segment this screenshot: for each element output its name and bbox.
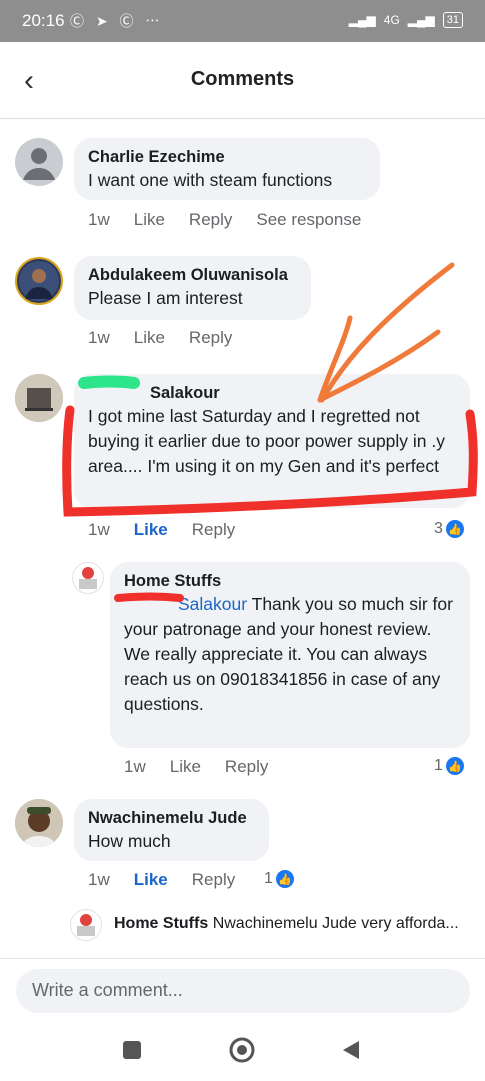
back-icon[interactable] xyxy=(341,1040,361,1060)
thumbs-up-icon: 👍 xyxy=(445,520,464,538)
reply-actions: 1w Like Reply xyxy=(124,757,268,777)
thumbs-up-icon: 👍 xyxy=(275,870,294,888)
reaction-number: 1 xyxy=(264,870,273,887)
reply-preview-text: Home Stuffs Nwachinemelu Jude very affor… xyxy=(114,915,474,933)
comment-time: 1w xyxy=(124,757,146,776)
comment-author[interactable]: Nwachinemelu Jude xyxy=(88,807,255,829)
reply-preview-author: Home Stuffs xyxy=(114,915,209,932)
signal-icon: ▂▄▆ xyxy=(348,13,376,27)
see-response-button[interactable]: See response xyxy=(256,210,361,230)
reply-author[interactable]: Home Stuffs xyxy=(124,570,456,592)
like-button[interactable]: Like xyxy=(170,757,201,777)
page-title: Comments xyxy=(190,68,295,90)
page-avatar[interactable] xyxy=(72,562,104,594)
comment-time: 1w xyxy=(88,520,110,539)
comment-text: How much xyxy=(88,831,171,851)
reaction-count[interactable]: 3 👍 xyxy=(434,520,464,538)
reaction-number: 3 xyxy=(434,520,443,537)
recent-apps-icon[interactable] xyxy=(122,1040,142,1060)
reaction-count[interactable]: 1 👍 xyxy=(434,757,464,775)
comment-author[interactable]: Salakour xyxy=(88,382,456,404)
reply-bubble[interactable]: Home Stuffs Salakour Thank you so much s… xyxy=(110,562,470,748)
comment-author[interactable]: Abdulakeem Oluwanisola xyxy=(88,264,297,286)
reply-preview[interactable]: Home Stuffs Nwachinemelu Jude very affor… xyxy=(70,905,470,947)
page-avatar xyxy=(70,909,102,941)
comment-bubble[interactable]: Salakour I got mine last Saturday and I … xyxy=(74,374,470,508)
comment-text: I got mine last Saturday and I regretted… xyxy=(88,406,446,476)
reaction-count[interactable]: 1 👍 xyxy=(264,870,294,888)
comment-text: I want one with steam functions xyxy=(88,170,333,190)
avatar[interactable] xyxy=(15,374,63,422)
like-button[interactable]: Like xyxy=(134,210,165,230)
comment-author[interactable]: Charlie Ezechime xyxy=(88,146,366,168)
reply-button[interactable]: Reply xyxy=(192,870,235,890)
comment-input[interactable]: Write a comment... xyxy=(16,969,470,1013)
status-icons: ▂▄▆ 4G ▂▄▆ 31 xyxy=(349,12,463,28)
reply-button[interactable]: Reply xyxy=(189,328,232,348)
mention-link[interactable]: Salakour xyxy=(178,594,247,614)
reaction-number: 1 xyxy=(434,757,443,774)
notification-icons: Ⓒ ➤ Ⓒ ⋯ xyxy=(70,13,164,29)
comment-bubble[interactable]: Abdulakeem Oluwanisola Please I am inter… xyxy=(74,256,311,320)
comment-text: Please I am interest xyxy=(88,288,243,308)
home-icon[interactable] xyxy=(229,1037,255,1063)
comment-actions: 1w Like Reply See response xyxy=(88,210,361,230)
comment-time: 1w xyxy=(88,328,110,347)
reply-preview-body: Nwachinemelu Jude very afforda... xyxy=(212,915,459,932)
navigation-bar xyxy=(0,1022,485,1080)
comment-bubble[interactable]: Nwachinemelu Jude How much xyxy=(74,799,269,861)
comment-actions: 1w Like Reply xyxy=(88,870,235,890)
like-button[interactable]: Like xyxy=(134,870,168,890)
reply-text: Salakour Thank you so much sir for your … xyxy=(124,592,456,717)
network-label: 4G xyxy=(383,13,400,27)
battery-icon: 31 xyxy=(442,12,463,28)
like-button[interactable]: Like xyxy=(134,520,168,540)
comment-bubble[interactable]: Charlie Ezechime I want one with steam f… xyxy=(74,138,380,200)
avatar[interactable] xyxy=(15,138,63,186)
thumbs-up-icon: 👍 xyxy=(445,757,464,775)
like-button[interactable]: Like xyxy=(134,328,165,348)
avatar[interactable] xyxy=(15,257,63,305)
reply-button[interactable]: Reply xyxy=(225,757,268,777)
reply-button[interactable]: Reply xyxy=(189,210,232,230)
avatar[interactable] xyxy=(15,799,63,847)
comment-time: 1w xyxy=(88,870,110,889)
header: ‹ Comments xyxy=(0,42,485,119)
reply-button[interactable]: Reply xyxy=(192,520,235,540)
status-time: 20:16 xyxy=(22,11,65,30)
comment-actions: 1w Like Reply xyxy=(88,328,232,348)
signal-icon-2: ▂▄▆ xyxy=(407,13,435,27)
comment-time: 1w xyxy=(88,210,110,229)
comment-actions: 1w Like Reply xyxy=(88,520,235,540)
status-bar: 20:16 Ⓒ ➤ Ⓒ ⋯ ▂▄▆ 4G ▂▄▆ 31 xyxy=(0,0,485,42)
